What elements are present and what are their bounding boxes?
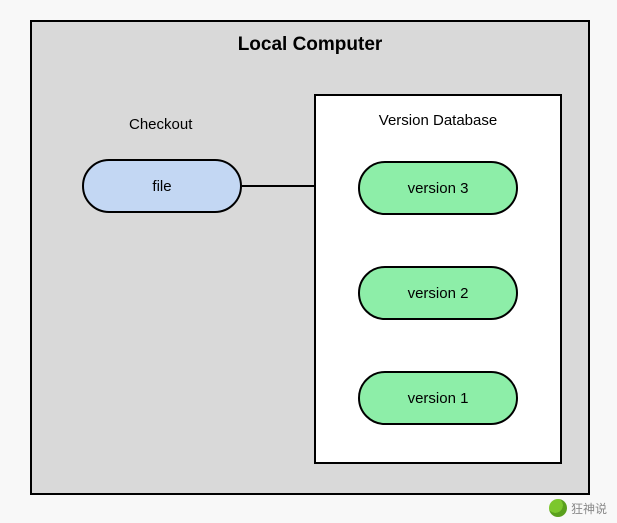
version-3-label: version 3 bbox=[408, 180, 469, 197]
version-1-node: version 1 bbox=[358, 371, 518, 425]
watermark: 狂神说 bbox=[549, 499, 607, 517]
file-node-label: file bbox=[152, 178, 171, 195]
wechat-icon bbox=[549, 499, 567, 517]
checkout-label: Checkout bbox=[129, 116, 192, 133]
file-node: file bbox=[82, 159, 242, 213]
watermark-text: 狂神说 bbox=[571, 500, 607, 517]
version-3-node: version 3 bbox=[358, 161, 518, 215]
local-computer-container: Local Computer Checkout file Version Dat… bbox=[30, 20, 590, 495]
version-2-label: version 2 bbox=[408, 285, 469, 302]
version-database-box: Version Database version 3 version 2 ver… bbox=[314, 94, 562, 464]
version-1-label: version 1 bbox=[408, 390, 469, 407]
version-database-title: Version Database bbox=[316, 112, 560, 129]
version-2-node: version 2 bbox=[358, 266, 518, 320]
container-title: Local Computer bbox=[32, 34, 588, 56]
